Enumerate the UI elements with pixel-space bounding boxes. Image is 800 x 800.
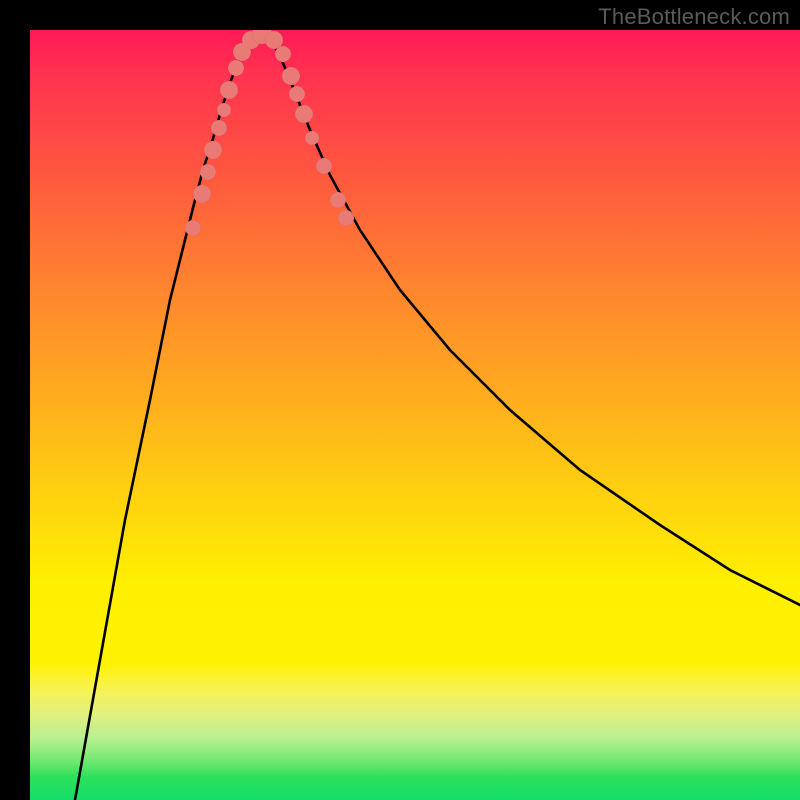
bead	[204, 141, 222, 159]
curve-svg	[30, 30, 800, 800]
bead	[193, 185, 211, 203]
bead	[316, 158, 332, 174]
bead	[211, 120, 227, 136]
bead	[295, 105, 313, 123]
curve-beads	[185, 30, 354, 236]
bead	[282, 67, 300, 85]
bead	[305, 131, 319, 145]
bead	[185, 220, 201, 236]
curve-right	[262, 34, 800, 605]
bead	[217, 103, 231, 117]
curve-left	[75, 34, 262, 800]
bead	[275, 46, 291, 62]
chart-frame: TheBottleneck.com	[0, 0, 800, 800]
bead	[338, 210, 354, 226]
bead	[330, 192, 346, 208]
bead	[228, 60, 244, 76]
plot-area	[30, 30, 800, 800]
bead	[289, 86, 305, 102]
bead	[200, 164, 216, 180]
bead	[220, 81, 238, 99]
attribution-text: TheBottleneck.com	[598, 4, 790, 30]
